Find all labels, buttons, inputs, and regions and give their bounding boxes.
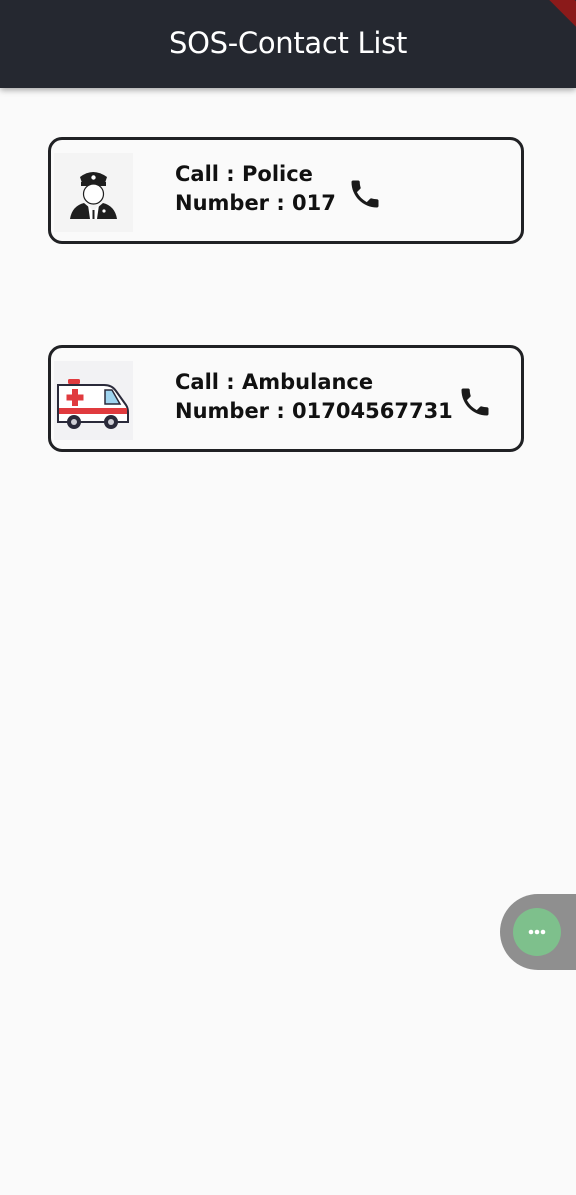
contact-name: Call : Ambulance — [175, 370, 374, 394]
app-bar: SOS-Contact List — [0, 0, 576, 88]
contact-number: Number : 017 — [175, 191, 336, 215]
contact-name: Call : Police — [175, 162, 313, 186]
phone-icon[interactable] — [347, 176, 383, 212]
more-horizontal-icon[interactable] — [513, 908, 561, 956]
ambulance-icon — [54, 361, 133, 440]
contact-card-ambulance[interactable]: Call : Ambulance Number : 01704567731 — [48, 345, 524, 452]
contact-info: Call : Ambulance Number : 01704567731 — [175, 368, 453, 426]
contact-info: Call : Police Number : 017 — [175, 160, 336, 218]
floating-bubble[interactable] — [500, 894, 576, 970]
police-officer-icon — [54, 153, 133, 232]
contact-number: Number : 01704567731 — [175, 399, 453, 423]
page-title: SOS-Contact List — [168, 26, 408, 60]
contact-card-police[interactable]: Call : Police Number : 017 — [48, 137, 524, 244]
phone-icon[interactable] — [457, 384, 493, 420]
